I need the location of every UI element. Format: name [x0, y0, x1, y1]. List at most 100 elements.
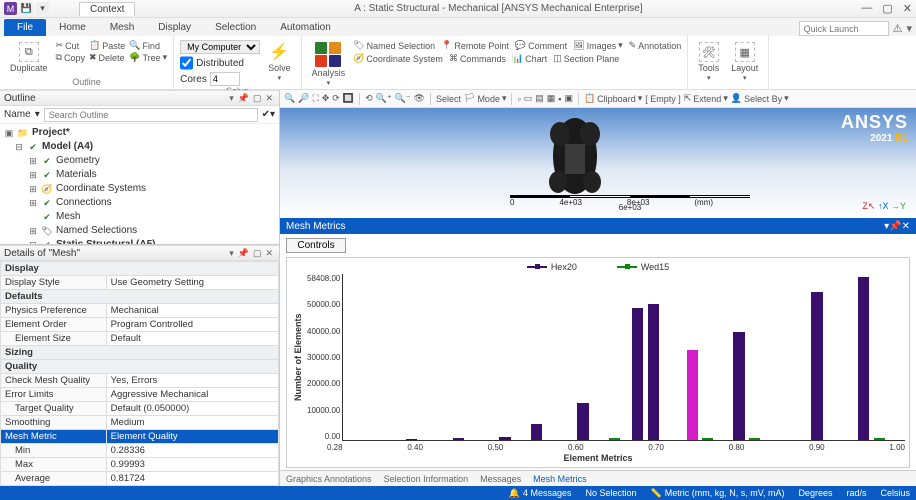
analysis-button[interactable]: Analysis▾	[308, 40, 350, 89]
select-button[interactable]: Select	[436, 94, 461, 104]
tree-mesh[interactable]: ✔Mesh	[0, 210, 279, 224]
tree-connections[interactable]: ⊞✔Connections	[0, 196, 279, 210]
commands-button[interactable]: ⌘ Commands	[449, 53, 506, 64]
details-table[interactable]: Display Display StyleUse Geometry Settin…	[0, 261, 279, 486]
layout-button[interactable]: ▦Layout▾	[727, 40, 762, 84]
sel-elem-icon[interactable]: ▣	[564, 93, 573, 104]
zoom-min-icon[interactable]: 🔍⁻	[395, 93, 411, 104]
plot-area[interactable]	[342, 274, 905, 441]
status-units[interactable]: 📏 Metric (mm, kg, N, s, mV, mA)	[651, 488, 785, 499]
details-val[interactable]: Use Geometry Setting	[106, 276, 278, 290]
details-max-icon[interactable]: ▢	[251, 248, 264, 259]
sel-vertex-icon[interactable]: ▫	[517, 94, 520, 104]
legend-hex20[interactable]: Hex20	[527, 262, 577, 272]
tree-materials[interactable]: ⊞✔Materials	[0, 168, 279, 182]
details-close-icon[interactable]: ✕	[263, 248, 275, 259]
clipboard-button[interactable]: 📋 Clipboard▾	[584, 93, 642, 104]
tab-mesh-metrics[interactable]: Mesh Metrics	[533, 474, 587, 484]
solver-select[interactable]: My Computer	[180, 40, 260, 54]
chart-button[interactable]: 📊 Chart	[512, 53, 547, 64]
tab-mesh[interactable]: Mesh	[99, 19, 145, 36]
menu-icon[interactable]: ▾	[906, 22, 912, 35]
outline-pin-icon[interactable]: 📌	[236, 93, 251, 104]
copy-button[interactable]: ⧉ Copy	[56, 52, 85, 63]
cores-input[interactable]	[210, 72, 240, 86]
outline-close-icon[interactable]: ✕	[263, 93, 275, 104]
distributed-check[interactable]	[180, 56, 193, 70]
find-button[interactable]: 🔍 Find	[129, 40, 167, 51]
tree-model[interactable]: ⊟✔Model (A4)	[0, 140, 279, 154]
name-dropdown-icon[interactable]: ▾	[35, 109, 40, 120]
details-val[interactable]: Mechanical	[106, 304, 278, 318]
annotation-button[interactable]: ✎ Annotation	[629, 40, 682, 51]
zoom-fit-icon[interactable]: ⛶	[312, 93, 318, 104]
solve-button[interactable]: ⚡Solve▾	[264, 40, 295, 84]
tab-messages[interactable]: Messages	[480, 474, 521, 484]
tree-named-sel[interactable]: ⊞🏷Named Selections	[0, 224, 279, 238]
details-val-selected[interactable]: Element Quality	[106, 430, 278, 444]
mesh-pin-icon[interactable]: 📌	[889, 221, 901, 232]
controls-button[interactable]: Controls	[286, 238, 346, 253]
details-section-display[interactable]: Display	[1, 262, 279, 276]
details-pin-icon[interactable]: 📌	[236, 248, 251, 259]
details-val[interactable]: Aggressive Mechanical	[106, 388, 278, 402]
details-section-quality[interactable]: Quality	[1, 360, 279, 374]
duplicate-button[interactable]: ⧉Duplicate	[6, 40, 52, 75]
zoom-box-icon[interactable]: 🔲	[343, 93, 354, 104]
section-plane-button[interactable]: ◫ Section Plane	[553, 53, 619, 64]
cut-button[interactable]: ✂ Cut	[56, 40, 85, 51]
tree-button[interactable]: 🌳 Tree▾	[129, 52, 167, 63]
named-selection-button[interactable]: 🏷 Named Selection	[353, 40, 435, 51]
pan-icon[interactable]: ✥	[322, 93, 330, 104]
triad-icon[interactable]: Z↖ ↑X →Y	[862, 201, 906, 212]
sel-edge-icon[interactable]: ▭	[524, 93, 533, 104]
remote-point-button[interactable]: 📍 Remote Point	[441, 40, 509, 51]
extend-button[interactable]: ⇱ Extend▾	[684, 93, 728, 104]
zoom-in-icon[interactable]: 🔍	[284, 93, 295, 104]
minimize-icon[interactable]: —	[861, 2, 872, 15]
tab-selection-info[interactable]: Selection Information	[384, 474, 469, 484]
tab-graphics-annotations[interactable]: Graphics Annotations	[286, 474, 372, 484]
tree-project[interactable]: ▣📁Project*	[0, 126, 279, 140]
zoom-out-icon[interactable]: 🔎	[298, 93, 309, 104]
view-icon[interactable]: 👁	[414, 93, 425, 104]
details-val[interactable]: Default	[106, 332, 278, 346]
tab-selection[interactable]: Selection	[204, 19, 267, 36]
legend-wed15[interactable]: Wed15	[617, 262, 669, 272]
tab-file[interactable]: File	[4, 19, 46, 36]
details-val[interactable]: Medium	[106, 416, 278, 430]
dropdown-icon[interactable]: ▾	[36, 2, 49, 15]
refresh-icon[interactable]: ⟲	[365, 93, 373, 104]
details-dropdown-icon[interactable]: ▾	[227, 248, 236, 259]
details-val[interactable]: Program Controlled	[106, 318, 278, 332]
paste-button[interactable]: 📋 Paste	[89, 40, 125, 51]
tab-display[interactable]: Display	[147, 19, 202, 36]
search-dropdown-icon[interactable]: ✔▾	[262, 109, 275, 120]
tools-button[interactable]: 🛠Tools▾	[694, 40, 723, 84]
zoom-all-icon[interactable]: 🔍⁺	[376, 93, 392, 104]
context-tab[interactable]: Context	[79, 2, 135, 16]
close-icon[interactable]: ✕	[903, 2, 912, 15]
status-messages[interactable]: 🔔 4 Messages	[509, 488, 572, 499]
details-section-defaults[interactable]: Defaults	[1, 290, 279, 304]
delete-button[interactable]: ✖ Delete	[89, 52, 125, 63]
sel-node-icon[interactable]: ▪	[558, 94, 561, 104]
search-outline-input[interactable]	[44, 108, 258, 122]
outline-dropdown-icon[interactable]: ▾	[227, 93, 236, 104]
tab-automation[interactable]: Automation	[269, 19, 342, 36]
tab-home[interactable]: Home	[48, 19, 97, 36]
save-icon[interactable]: 💾	[20, 2, 33, 15]
sel-body-icon[interactable]: ▦	[547, 93, 556, 104]
tree-geometry[interactable]: ⊞✔Geometry	[0, 154, 279, 168]
help-icon[interactable]: ⚠	[893, 22, 903, 35]
tree-coord[interactable]: ⊞🧭Coordinate Systems	[0, 182, 279, 196]
details-val[interactable]: Yes, Errors	[106, 374, 278, 388]
coord-system-button[interactable]: 🧭 Coordinate System	[353, 53, 443, 64]
images-button[interactable]: 🖼 Images▾	[573, 40, 622, 51]
comment-button[interactable]: 💬 Comment	[515, 40, 567, 51]
quick-launch-input[interactable]	[799, 21, 889, 36]
view-3d[interactable]: ANSYS 2021 R1 04e+038e+03(mm) 6e+03 Z↖ ↑…	[280, 108, 916, 218]
outline-max-icon[interactable]: ▢	[251, 93, 264, 104]
outline-tree[interactable]: ▣📁Project* ⊟✔Model (A4) ⊞✔Geometry ⊞✔Mat…	[0, 124, 279, 244]
mode-button[interactable]: 🏳 Mode▾	[464, 93, 506, 104]
